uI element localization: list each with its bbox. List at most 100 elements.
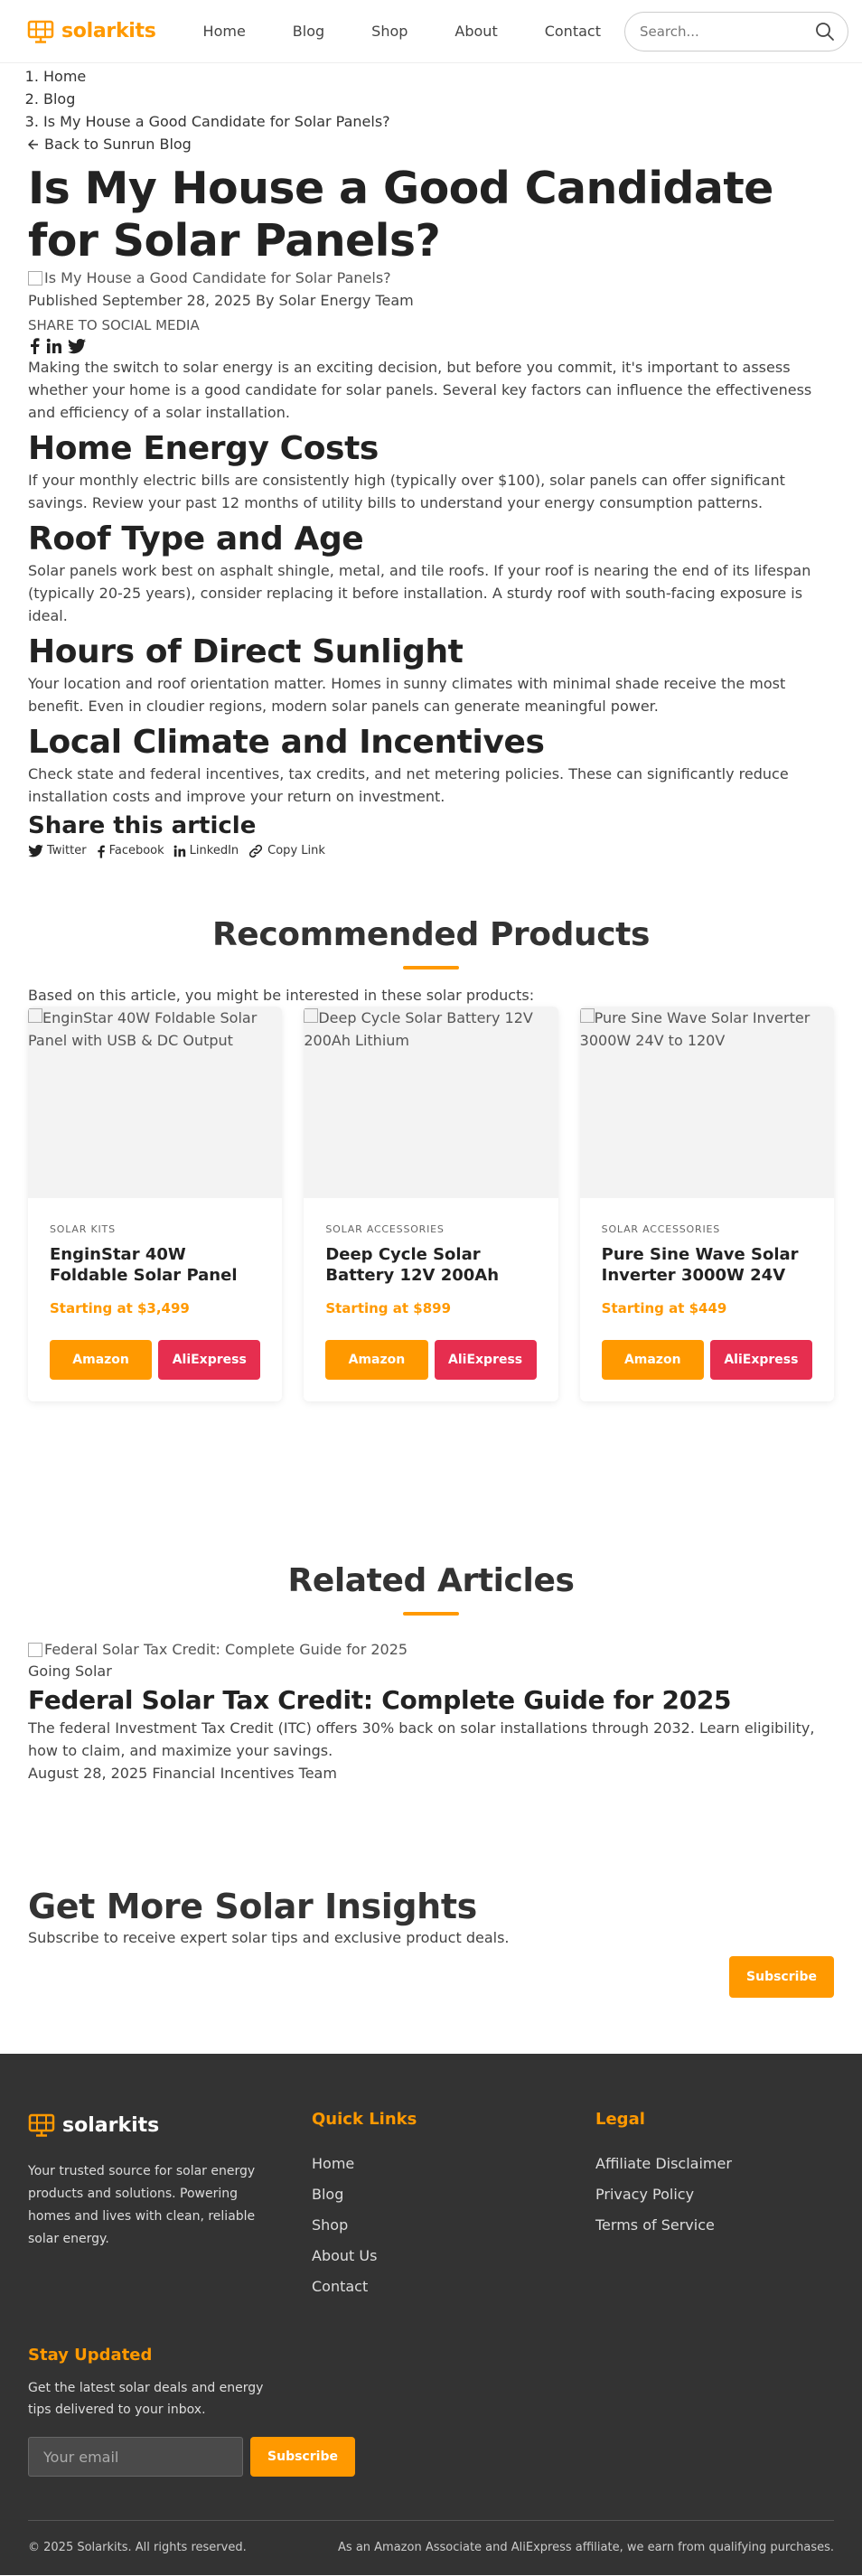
share-facebook-button[interactable]: Facebook xyxy=(96,842,164,860)
newsletter-section: Get More Solar Insights Subscribe to rec… xyxy=(0,1886,862,1998)
footer-link-home[interactable]: Home xyxy=(312,2149,595,2179)
product-name[interactable]: EnginStar 40W Foldable Solar Panel with … xyxy=(50,1244,260,1286)
aliexpress-button[interactable]: AliExpress xyxy=(158,1340,261,1380)
amazon-button[interactable]: Amazon xyxy=(50,1340,153,1380)
product-image: Deep Cycle Solar Battery 12V 200Ah Lithi… xyxy=(304,1007,558,1198)
product-price: Starting at $449 xyxy=(601,1300,727,1316)
facebook-icon[interactable] xyxy=(28,338,41,354)
linkedin-icon[interactable] xyxy=(46,338,62,354)
facebook-icon xyxy=(97,845,105,858)
copy-link-button[interactable]: Copy Link xyxy=(248,842,325,860)
affiliate-note: As an Amazon Associate and AliExpress af… xyxy=(338,2541,834,2554)
product-image-alt: Pure Sine Wave Solar Inverter 3000W 24V … xyxy=(579,1009,810,1049)
nav-about[interactable]: About xyxy=(454,23,497,40)
product-category: SOLAR ACCESSORIES xyxy=(325,1223,445,1235)
share-article-title: Share this article xyxy=(28,812,257,839)
title-underline xyxy=(403,1612,459,1616)
search-icon[interactable] xyxy=(815,22,835,42)
footer-description: Your trusted source for solar energy pro… xyxy=(28,2164,256,2246)
share-linkedin-label: LinkedIn xyxy=(189,844,239,857)
product-price: Starting at $3,499 xyxy=(50,1300,190,1316)
breadcrumb-blog[interactable]: Blog xyxy=(43,88,834,110)
footer-link-privacy[interactable]: Privacy Policy xyxy=(595,2179,732,2210)
nav-blog[interactable]: Blog xyxy=(293,23,324,40)
footer-link-about[interactable]: About Us xyxy=(312,2241,595,2272)
broken-image-icon xyxy=(304,1008,319,1023)
article-intro: Making the switch to solar energy is an … xyxy=(28,359,812,421)
footer-brand-name: solarkits xyxy=(62,2113,160,2137)
aliexpress-button[interactable]: AliExpress xyxy=(709,1340,812,1380)
footer-link-affiliate[interactable]: Affiliate Disclaimer xyxy=(595,2149,732,2179)
footer-link-contact[interactable]: Contact xyxy=(312,2272,595,2302)
broken-image-icon xyxy=(28,1643,42,1657)
footer-link-blog[interactable]: Blog xyxy=(312,2179,595,2210)
nav-home[interactable]: Home xyxy=(203,23,246,40)
share-links: Twitter Facebook LinkedIn Copy Link xyxy=(28,842,834,860)
amazon-button[interactable]: Amazon xyxy=(601,1340,704,1380)
products-title: Recommended Products xyxy=(211,916,650,953)
product-card[interactable]: Pure Sine Wave Solar Inverter 3000W 24V … xyxy=(579,1007,834,1401)
stay-updated-title: Stay Updated xyxy=(28,2346,153,2365)
nav-contact[interactable]: Contact xyxy=(545,23,601,40)
legal-title: Legal xyxy=(595,2110,645,2129)
stay-updated-desc: Get the latest solar deals and energy ti… xyxy=(28,2381,264,2417)
search-box xyxy=(623,11,848,52)
back-link[interactable]: Back to Sunrun Blog xyxy=(28,133,834,155)
breadcrumb-current: Is My House a Good Candidate for Solar P… xyxy=(43,110,834,133)
breadcrumb: Home Blog Is My House a Good Candidate f… xyxy=(43,65,834,133)
products-intro: Based on this article, you might be inte… xyxy=(28,987,535,1004)
brand-name: solarkits xyxy=(61,20,156,42)
product-price: Starting at $899 xyxy=(325,1300,452,1316)
section-heading: Roof Type and Age xyxy=(28,520,364,557)
link-icon xyxy=(249,844,263,858)
section-heading: Home Energy Costs xyxy=(28,430,379,467)
share-social-label: SHARE TO SOCIAL MEDIA xyxy=(28,317,200,333)
product-image: EnginStar 40W Foldable Solar Panel with … xyxy=(28,1007,283,1198)
quick-links: Home Blog Shop About Us Contact xyxy=(312,2149,595,2302)
product-category: SOLAR KITS xyxy=(50,1223,116,1235)
linkedin-icon xyxy=(173,845,185,857)
site-footer: solarkits Your trusted source for solar … xyxy=(0,2054,862,2575)
main-nav: Home Blog Shop About Contact xyxy=(180,23,624,40)
site-header: solarkits Home Blog Shop About Contact xyxy=(0,0,862,63)
article: Home Blog Is My House a Good Candidate f… xyxy=(0,65,862,860)
section-text: Check state and federal incentives, tax … xyxy=(28,765,789,805)
nav-shop[interactable]: Shop xyxy=(371,23,408,40)
product-image: Pure Sine Wave Solar Inverter 3000W 24V … xyxy=(579,1007,834,1198)
related-image-alt: Federal Solar Tax Credit: Complete Guide… xyxy=(44,1641,408,1658)
broken-image-icon xyxy=(28,271,42,286)
amazon-button[interactable]: Amazon xyxy=(325,1340,428,1380)
related-article-image[interactable]: Federal Solar Tax Credit: Complete Guide… xyxy=(28,1639,834,1661)
footer-bottom: © 2025 Solarkits. All rights reserved. A… xyxy=(28,2520,834,2554)
product-card[interactable]: Deep Cycle Solar Battery 12V 200Ah Lithi… xyxy=(304,1007,558,1401)
aliexpress-button[interactable]: AliExpress xyxy=(434,1340,537,1380)
related-meta: August 28, 2025 Financial Incentives Tea… xyxy=(28,1765,337,1782)
subscribe-button[interactable]: Subscribe xyxy=(729,1956,834,1998)
search-input[interactable] xyxy=(639,23,815,40)
share-twitter-button[interactable]: Twitter xyxy=(28,842,87,860)
twitter-icon[interactable] xyxy=(68,338,86,354)
copy-link-label: Copy Link xyxy=(267,844,325,857)
footer-link-shop[interactable]: Shop xyxy=(312,2210,595,2241)
product-name[interactable]: Pure Sine Wave Solar Inverter 3000W 24V … xyxy=(602,1244,812,1286)
share-linkedin-button[interactable]: LinkedIn xyxy=(173,842,239,860)
solar-panel-icon xyxy=(27,20,54,43)
share-twitter-label: Twitter xyxy=(47,844,87,857)
product-image-alt: EnginStar 40W Foldable Solar Panel with … xyxy=(28,1009,258,1049)
article-meta: Published September 28, 2025 By Solar En… xyxy=(28,292,414,309)
section-heading: Local Climate and Incentives xyxy=(28,724,545,761)
related-excerpt: The federal Investment Tax Credit (ITC) … xyxy=(28,1719,815,1759)
insights-subtitle: Subscribe to receive expert solar tips a… xyxy=(28,1929,510,1946)
footer-link-terms[interactable]: Terms of Service xyxy=(595,2210,732,2241)
product-category: SOLAR ACCESSORIES xyxy=(601,1223,721,1235)
footer-subscribe-button[interactable]: Subscribe xyxy=(250,2437,355,2477)
section-text: If your monthly electric bills are consi… xyxy=(28,472,785,511)
email-field[interactable] xyxy=(28,2437,243,2477)
footer-logo[interactable]: solarkits xyxy=(28,2113,312,2137)
product-name[interactable]: Deep Cycle Solar Battery 12V 200Ah Lithi… xyxy=(325,1244,536,1286)
copyright: © 2025 Solarkits. All rights reserved. xyxy=(28,2541,247,2554)
product-card[interactable]: EnginStar 40W Foldable Solar Panel with … xyxy=(28,1007,283,1401)
related-article-title[interactable]: Federal Solar Tax Credit: Complete Guide… xyxy=(28,1684,834,1717)
brand-logo[interactable]: solarkits xyxy=(27,20,156,43)
breadcrumb-home[interactable]: Home xyxy=(43,65,834,88)
